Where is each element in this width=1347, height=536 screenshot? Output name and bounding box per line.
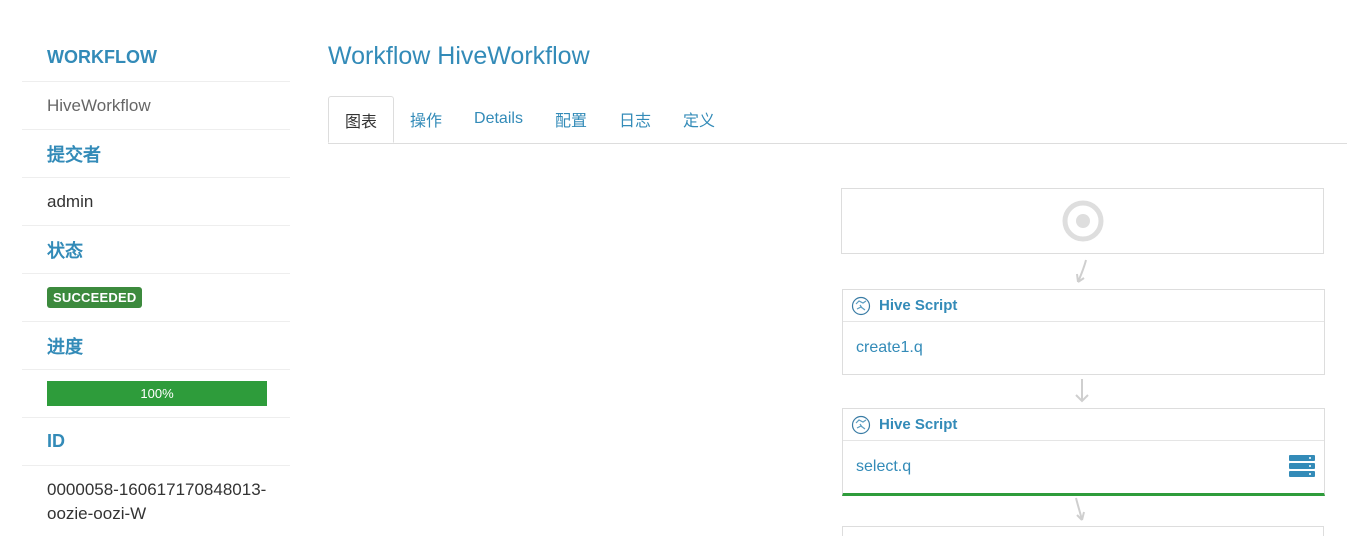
- tab-definition[interactable]: 定义: [667, 96, 731, 142]
- progress-label: 进度: [47, 336, 83, 357]
- workflow-label: WORKFLOW: [47, 47, 157, 67]
- tab-details[interactable]: Details: [458, 96, 539, 142]
- workflow-sidebar: WORKFLOW HiveWorkflow 提交者 admin 状态 SUCCE…: [22, 34, 290, 526]
- id-header: ID: [22, 418, 290, 466]
- flow-arrow-icon: [1075, 497, 1085, 521]
- submitter-header: 提交者: [22, 130, 290, 178]
- page-title: Workflow HiveWorkflow: [328, 42, 590, 70]
- tab-configuration[interactable]: 配置: [539, 96, 603, 142]
- id-value-line1: 0000058-160617170848013-: [47, 480, 267, 499]
- hive-bee-icon: [851, 296, 871, 315]
- flow-arrow-icon: [1075, 379, 1089, 403]
- start-node: [841, 188, 1324, 254]
- hive-bee-icon: [851, 415, 871, 434]
- flow-arrow-icon: [1076, 259, 1087, 283]
- id-value-line2: oozie-oozi-W: [47, 504, 147, 523]
- workflow-name-row: HiveWorkflow: [22, 82, 290, 130]
- tab-actions[interactable]: 操作: [394, 96, 458, 142]
- start-target-icon: [1062, 200, 1103, 242]
- submitter-value: admin: [47, 191, 94, 211]
- hive-script-link[interactable]: select.q: [856, 458, 911, 476]
- hive-node-type: Hive Script: [879, 297, 958, 314]
- hive-node-header: Hive Script: [843, 409, 1324, 441]
- progress-text: 100%: [140, 386, 174, 401]
- progress-row: 100%: [22, 370, 290, 418]
- hive-action-node[interactable]: Hive Script create1.q: [842, 289, 1325, 375]
- submitter-row: admin: [22, 178, 290, 226]
- status-badge: SUCCEEDED: [47, 287, 143, 308]
- tab-bar: 图表 操作 Details 配置 日志 定义: [328, 96, 1347, 144]
- status-header: 状态: [22, 226, 290, 274]
- hive-node-body: create1.q: [843, 322, 1324, 374]
- status-label: 状态: [47, 240, 83, 261]
- id-row: 0000058-160617170848013- oozie-oozi-W: [22, 466, 290, 526]
- progress-header: 进度: [22, 322, 290, 370]
- tab-logs[interactable]: 日志: [603, 96, 667, 142]
- hive-script-link[interactable]: create1.q: [856, 339, 923, 357]
- workflow-header: WORKFLOW: [22, 34, 290, 82]
- tab-graph[interactable]: 图表: [328, 96, 395, 143]
- id-label: ID: [47, 431, 65, 451]
- progress-bar: 100%: [47, 381, 267, 406]
- workflow-name: HiveWorkflow: [47, 95, 151, 115]
- hive-node-header: Hive Script: [843, 290, 1324, 322]
- submitter-label: 提交者: [47, 144, 101, 165]
- next-node-partial: [842, 526, 1324, 536]
- hive-node-body: select.q: [843, 441, 1324, 493]
- status-row: SUCCEEDED: [22, 274, 290, 322]
- hive-node-type: Hive Script: [879, 416, 958, 433]
- database-icon[interactable]: [1289, 455, 1315, 477]
- hive-action-node[interactable]: Hive Script select.q: [842, 408, 1325, 496]
